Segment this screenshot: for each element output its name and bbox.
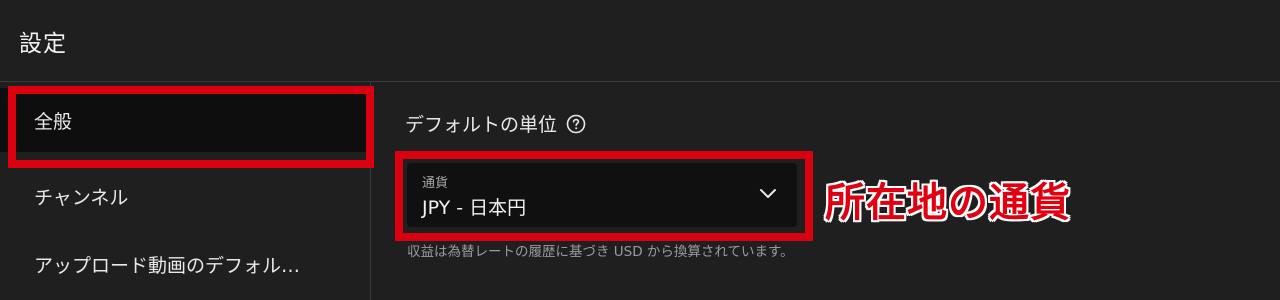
sidebar-item-label: 全般: [34, 110, 73, 133]
sidebar: 全般 チャンネル アップロード動画のデフォル…: [0, 82, 371, 300]
currency-helper-text: 収益は為替レートの履歴に基づき USD から換算されています。: [407, 244, 794, 260]
sidebar-item-label: チャンネル: [34, 186, 129, 209]
settings-page: 設定 全般 チャンネル アップロード動画のデフォル… デフォルトの単位 通貨 J…: [0, 0, 1280, 300]
page-title: 設定: [19, 31, 67, 57]
section-title-text: デフォルトの単位: [405, 114, 558, 136]
currency-select[interactable]: 通貨 JPY - 日本円: [407, 163, 797, 227]
chevron-down-icon: [760, 189, 776, 198]
annotation-label: 所在地の通貨: [824, 179, 1071, 227]
sidebar-item-upload-defaults[interactable]: アップロード動画のデフォル…: [0, 232, 370, 296]
currency-select-value: JPY - 日本円: [422, 197, 527, 219]
sidebar-item-general[interactable]: 全般: [0, 88, 370, 152]
header: 設定: [0, 0, 1280, 82]
help-circle-icon[interactable]: [566, 114, 586, 134]
currency-select-caption: 通貨: [422, 176, 449, 191]
sidebar-item-channel[interactable]: チャンネル: [0, 164, 370, 228]
sidebar-item-label: アップロード動画のデフォル…: [34, 254, 301, 277]
section-title: デフォルトの単位: [405, 110, 586, 137]
